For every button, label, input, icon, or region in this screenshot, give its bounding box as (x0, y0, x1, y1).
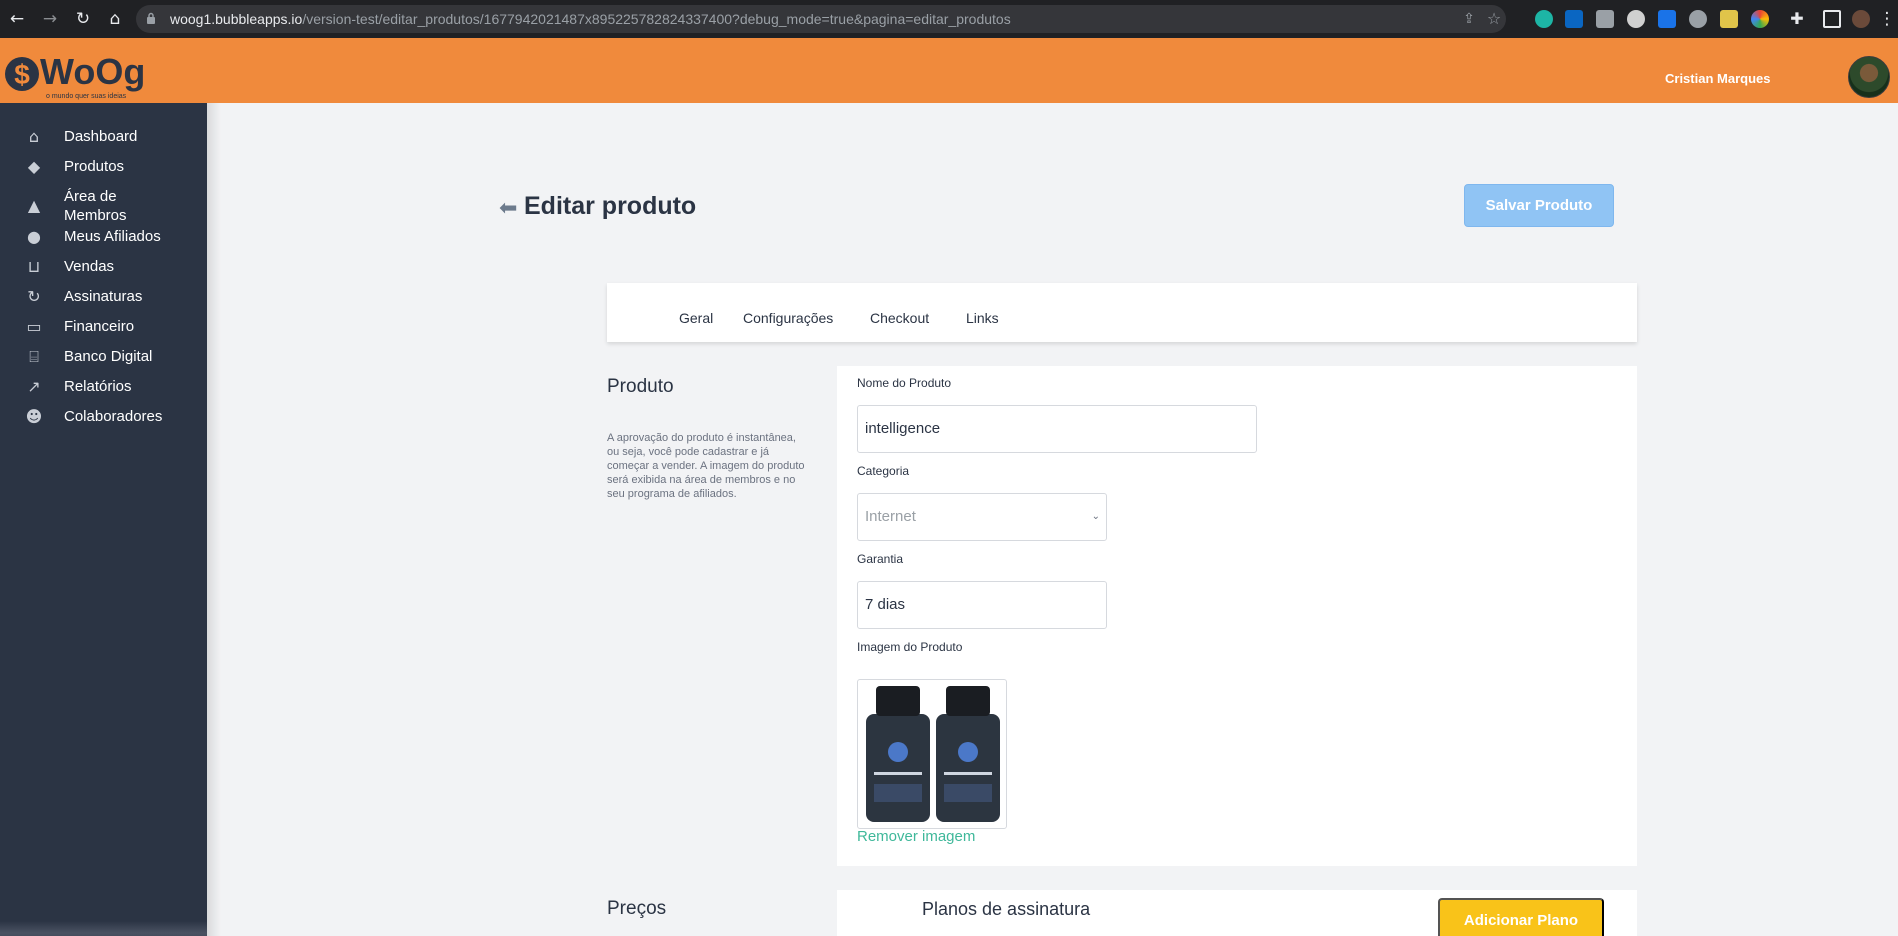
remove-image-link[interactable]: Remover imagem (857, 828, 975, 845)
browser-toolbar: ← → ↻ ⌂ woog1.bubbleapps.io/version-test… (0, 0, 1898, 38)
back-arrow-icon[interactable]: ⬅ (499, 196, 517, 221)
sidebar-item-vendas[interactable]: ⊔ Vendas (0, 257, 207, 285)
cart-icon: ⊔ (27, 257, 41, 276)
extension-icon[interactable] (1535, 10, 1553, 28)
extension-icon[interactable] (1658, 10, 1676, 28)
extension-icon[interactable] (1751, 10, 1769, 28)
tag-icon: ◆ (27, 157, 41, 176)
bank-icon: ⌸ (29, 347, 39, 366)
sidebar-item-label: Relatórios (64, 378, 132, 395)
svg-text:o mundo quer suas ideias: o mundo quer suas ideias (46, 93, 127, 100)
sidebar-toggle-icon[interactable] (1823, 10, 1841, 28)
warranty-label: Garantia (857, 552, 904, 566)
user-name[interactable]: Cristian Marques (1665, 71, 1770, 86)
star-icon[interactable]: ☆ (1483, 8, 1505, 30)
tab-geral[interactable]: Geral (679, 310, 713, 326)
extension-icon[interactable] (1596, 10, 1614, 28)
add-plan-button[interactable]: Adicionar Plano (1438, 898, 1604, 936)
category-select[interactable]: Internet ⌄ (857, 493, 1107, 541)
url-text: woog1.bubbleapps.io/version-test/editar_… (170, 11, 1011, 27)
sidebar-item-label: Vendas (64, 258, 115, 275)
sidebar-shadow (207, 103, 221, 936)
sidebar-item-label: Área de Membros (64, 188, 127, 224)
save-product-button[interactable]: Salvar Produto (1464, 184, 1614, 227)
svg-text:WoOg: WoOg (40, 51, 145, 92)
line-chart-icon: ↗ (27, 377, 41, 396)
sidebar-item-label: Financeiro (64, 318, 135, 335)
sidebar-item-colaboradores[interactable]: ☻ Colaboradores (0, 407, 207, 435)
credit-card-icon: ▭ (26, 317, 42, 336)
sidebar: ⌂ Dashboard ◆ Produtos ▲ Área de Membros… (0, 103, 207, 936)
sidebar-item-financeiro[interactable]: ▭ Financeiro (0, 317, 207, 345)
tabs-bar: Geral Configurações Checkout Links (607, 283, 1637, 342)
kebab-menu-icon[interactable]: ⋮ (1876, 8, 1898, 30)
sidebar-item-label: Colaboradores (64, 408, 163, 425)
chevron-down-icon: ⌄ (1091, 511, 1100, 522)
address-bar[interactable]: woog1.bubbleapps.io/version-test/editar_… (136, 5, 1506, 33)
sidebar-item-area-de-membros[interactable]: ▲ Área de Membros (0, 187, 207, 227)
linkedin-icon[interactable] (1565, 10, 1583, 28)
product-name-value: intelligence (865, 420, 941, 437)
sidebar-item-banco-digital[interactable]: ⌸ Banco Digital (0, 347, 207, 375)
home-browser-icon[interactable]: ⌂ (104, 8, 126, 30)
app-header: $ WoOg o mundo quer suas ideias Cristian… (0, 38, 1898, 103)
product-image-label: Imagem do Produto (857, 640, 963, 654)
sidebar-item-label: Meus Afiliados (64, 228, 161, 245)
refresh-icon: ↻ (27, 287, 41, 306)
product-section-title: Produto (607, 376, 674, 397)
lock-icon (147, 12, 155, 24)
sidebar-divider (0, 921, 207, 936)
tab-checkout[interactable]: Checkout (870, 310, 929, 326)
woog-logo[interactable]: $ WoOg o mundo quer suas ideias (2, 46, 162, 102)
back-icon[interactable]: ← (6, 8, 28, 30)
prices-section-title: Preços (607, 898, 667, 919)
user-avatar[interactable] (1848, 56, 1890, 98)
warranty-input[interactable]: 7 dias (857, 581, 1107, 629)
product-bottles-image (866, 686, 1000, 822)
extension-icon[interactable] (1720, 10, 1738, 28)
graduation-cap-icon: ▲ (27, 196, 41, 215)
sidebar-item-dashboard[interactable]: ⌂ Dashboard (0, 127, 207, 155)
reload-icon[interactable]: ↻ (72, 8, 94, 30)
category-label: Categoria (857, 464, 910, 478)
page-title: Editar produto (524, 192, 697, 220)
product-section-description: A aprovação do produto é instantânea, ou… (607, 432, 805, 500)
sidebar-item-relatorios[interactable]: ↗ Relatórios (0, 377, 207, 405)
home-icon: ⌂ (28, 127, 40, 146)
product-name-label: Nome do Produto (857, 376, 952, 390)
sidebar-item-label: Assinaturas (64, 288, 143, 305)
category-value: Internet (865, 508, 916, 525)
sidebar-item-label: Banco Digital (64, 348, 153, 365)
tab-configuracoes[interactable]: Configurações (743, 310, 833, 326)
warranty-value: 7 dias (865, 596, 906, 613)
forward-icon[interactable]: → (39, 8, 61, 30)
plans-title: Planos de assinatura (922, 899, 1091, 919)
product-image[interactable] (857, 679, 1007, 829)
share-icon[interactable]: ⇪ (1458, 8, 1480, 30)
users-icon: ☻ (25, 407, 43, 426)
user-icon: ● (27, 227, 41, 246)
tab-links[interactable]: Links (966, 310, 999, 326)
profile-avatar-icon[interactable] (1852, 10, 1870, 28)
puzzle-icon[interactable]: ✚ (1786, 8, 1808, 30)
product-name-input[interactable]: intelligence (857, 405, 1257, 453)
extension-icon[interactable] (1689, 10, 1707, 28)
extension-icon[interactable] (1627, 10, 1645, 28)
svg-text:$: $ (14, 59, 30, 90)
sidebar-item-meus-afiliados[interactable]: ● Meus Afiliados (0, 227, 207, 255)
sidebar-item-label: Produtos (64, 158, 125, 175)
sidebar-item-assinaturas[interactable]: ↻ Assinaturas (0, 287, 207, 315)
sidebar-item-label: Dashboard (64, 128, 138, 145)
sidebar-item-produtos[interactable]: ◆ Produtos (0, 157, 207, 185)
